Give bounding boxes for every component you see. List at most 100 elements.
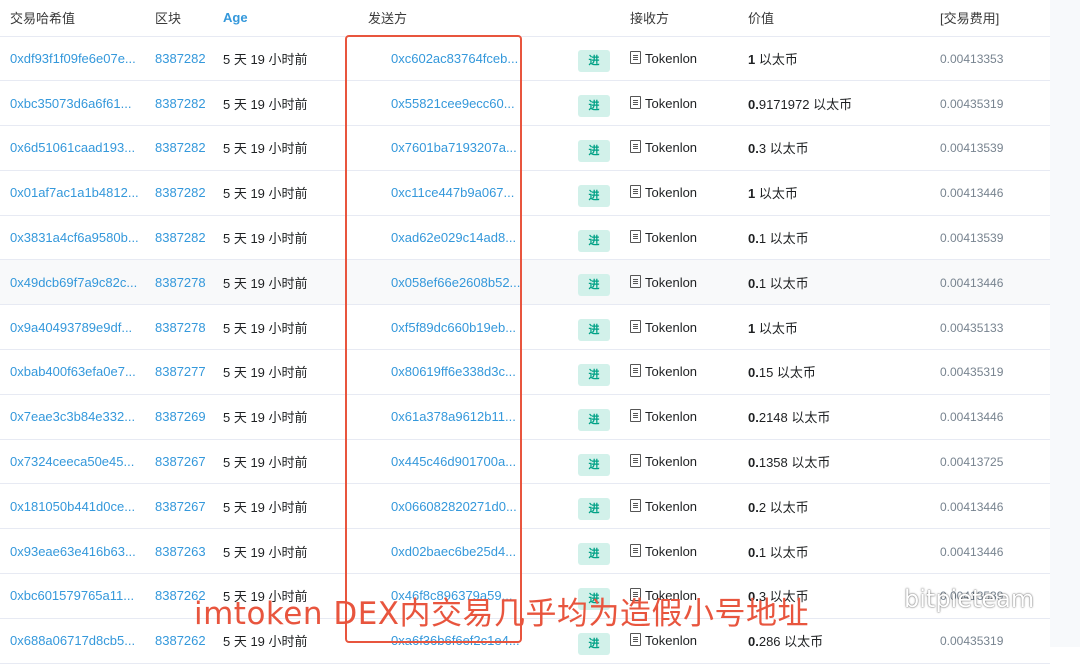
txn-age: 5 天 19 小时前 <box>223 141 308 157</box>
direction-in-badge: 进 <box>578 632 610 655</box>
block-link[interactable]: 8387278 <box>155 275 206 290</box>
txn-hash-link[interactable]: 0x93eae63e416b63... <box>10 544 136 559</box>
from-address-link[interactable]: 0x80619ff6e338d3c... <box>391 364 516 379</box>
txn-fee: 0.00435319 <box>940 634 1004 649</box>
from-address-link[interactable]: 0xd02baec6be25d4... <box>391 544 516 559</box>
txn-value: 1 以太币 <box>748 51 798 67</box>
contract-icon <box>630 274 641 288</box>
block-link[interactable]: 8387269 <box>155 409 206 424</box>
contract-icon <box>630 409 641 423</box>
to-address-link[interactable]: Tokenlon <box>645 499 697 514</box>
txn-value: 0.1 以太币 <box>748 231 809 247</box>
from-address-link[interactable]: 0xc11ce447b9a067... <box>391 185 514 200</box>
block-link[interactable]: 8387282 <box>155 230 206 245</box>
contract-icon <box>630 633 641 647</box>
txn-value: 1 以太币 <box>748 186 798 202</box>
txn-value: 0.1 以太币 <box>748 544 809 560</box>
txn-hash-link[interactable]: 0x181050b441d0ce... <box>10 499 135 514</box>
txn-fee: 0.00413446 <box>940 410 1004 425</box>
txn-age: 5 天 19 小时前 <box>223 51 308 67</box>
txn-value: 0.3 以太币 <box>748 141 809 157</box>
to-address-link[interactable]: Tokenlon <box>645 544 697 559</box>
to-address-link[interactable]: Tokenlon <box>645 51 697 66</box>
contract-icon <box>630 185 641 199</box>
direction-in-badge: 进 <box>578 139 610 162</box>
block-link[interactable]: 8387282 <box>155 185 206 200</box>
to-address-link[interactable]: Tokenlon <box>645 230 697 245</box>
block-link[interactable]: 8387263 <box>155 544 206 559</box>
txn-fee: 0.00413446 <box>940 544 1004 559</box>
contract-icon <box>630 454 641 468</box>
header-age-toggle[interactable]: Age <box>223 0 368 37</box>
table-row: 0x49dcb69f7a9c82c... 8387278 5 天 19 小时前 … <box>0 259 1050 305</box>
contract-icon <box>630 498 641 512</box>
txn-value: 0.2148 以太币 <box>748 410 831 426</box>
header-to: 接收方 <box>630 0 748 37</box>
to-address-link[interactable]: Tokenlon <box>645 96 697 111</box>
to-address-link[interactable]: Tokenlon <box>645 454 697 469</box>
from-address-link[interactable]: 0xa6f36b6f6ef2c1e4... <box>391 633 520 648</box>
to-address-link[interactable]: Tokenlon <box>645 140 697 155</box>
txn-hash-link[interactable]: 0x3831a4cf6a9580b... <box>10 230 139 245</box>
from-address-link[interactable]: 0xad62e029c14ad8... <box>391 230 516 245</box>
block-link[interactable]: 8387282 <box>155 51 206 66</box>
table-row: 0x9a40493789e9df... 8387278 5 天 19 小时前 0… <box>0 305 1050 350</box>
to-address-link[interactable]: Tokenlon <box>645 320 697 335</box>
txn-hash-link[interactable]: 0x6d51061caad193... <box>10 140 135 155</box>
direction-in-badge: 进 <box>578 543 610 566</box>
txn-age: 5 天 19 小时前 <box>223 275 308 291</box>
to-address-link[interactable]: Tokenlon <box>645 275 697 290</box>
to-address-link[interactable]: Tokenlon <box>645 364 697 379</box>
txn-value: 1 以太币 <box>748 320 798 336</box>
block-link[interactable]: 8387267 <box>155 454 206 469</box>
txn-fee: 0.00413446 <box>940 275 1004 290</box>
page-right-gutter <box>1050 0 1080 647</box>
block-link[interactable]: 8387262 <box>155 633 206 648</box>
txn-fee: 0.00413446 <box>940 499 1004 514</box>
from-address-link[interactable]: 0x445c46d901700a... <box>391 454 516 469</box>
from-address-link[interactable]: 0x7601ba7193207a... <box>391 140 517 155</box>
from-address-link[interactable]: 0x55821cee9ecc60... <box>391 96 515 111</box>
block-link[interactable]: 8387282 <box>155 140 206 155</box>
contract-icon <box>630 543 641 557</box>
txn-age: 5 天 19 小时前 <box>223 231 308 247</box>
txn-hash-link[interactable]: 0x49dcb69f7a9c82c... <box>10 275 137 290</box>
contract-icon <box>630 230 641 244</box>
direction-in-badge: 进 <box>578 363 610 386</box>
block-link[interactable]: 8387278 <box>155 320 206 335</box>
table-row: 0xbab400f63efa0e7... 8387277 5 天 19 小时前 … <box>0 350 1050 395</box>
from-address-link[interactable]: 0x066082820271d0... <box>391 499 517 514</box>
txn-hash-link[interactable]: 0x7324ceeca50e45... <box>10 454 134 469</box>
to-address-link[interactable]: Tokenlon <box>645 633 697 648</box>
block-link[interactable]: 8387267 <box>155 499 206 514</box>
from-address-link[interactable]: 0x058ef66e2608b52... <box>391 275 520 290</box>
txn-fee: 0.00413353 <box>940 51 1004 66</box>
to-address-link[interactable]: Tokenlon <box>645 185 697 200</box>
txn-age: 5 天 19 小时前 <box>223 365 308 381</box>
from-address-link[interactable]: 0xf5f89dc660b19eb... <box>391 320 516 335</box>
txn-age: 5 天 19 小时前 <box>223 455 308 471</box>
txn-hash-link[interactable]: 0x9a40493789e9df... <box>10 320 132 335</box>
from-address-link[interactable]: 0x61a378a9612b11... <box>391 409 516 424</box>
block-link[interactable]: 8387282 <box>155 96 206 111</box>
contract-icon <box>630 319 641 333</box>
table-row: 0x93eae63e416b63... 8387263 5 天 19 小时前 0… <box>0 529 1050 574</box>
txn-hash-link[interactable]: 0xbc35073d6a6f61... <box>10 96 131 111</box>
direction-in-badge: 进 <box>578 184 610 207</box>
from-address-link[interactable]: 0xc602ac83764fceb... <box>391 51 518 66</box>
table-row: 0x181050b441d0ce... 8387267 5 天 19 小时前 0… <box>0 484 1050 529</box>
table-row: 0x7324ceeca50e45... 8387267 5 天 19 小时前 0… <box>0 439 1050 484</box>
txn-age: 5 天 19 小时前 <box>223 544 308 560</box>
block-link[interactable]: 8387277 <box>155 364 206 379</box>
to-address-link[interactable]: Tokenlon <box>645 409 697 424</box>
txn-value: 0.1358 以太币 <box>748 455 831 471</box>
direction-in-badge: 进 <box>578 453 610 476</box>
txn-hash-link[interactable]: 0x688a06717d8cb5... <box>10 633 135 648</box>
txn-hash-link[interactable]: 0xbc601579765a11... <box>10 588 134 603</box>
table-row: 0x7eae3c3b84e332... 8387269 5 天 19 小时前 0… <box>0 394 1050 440</box>
txn-hash-link[interactable]: 0x7eae3c3b84e332... <box>10 409 135 424</box>
txn-hash-link[interactable]: 0x01af7ac1a1b4812... <box>10 185 139 200</box>
header-block: 区块 <box>155 0 223 37</box>
txn-hash-link[interactable]: 0xdf93f1f09fe6e07e... <box>10 51 136 66</box>
txn-hash-link[interactable]: 0xbab400f63efa0e7... <box>10 364 136 379</box>
